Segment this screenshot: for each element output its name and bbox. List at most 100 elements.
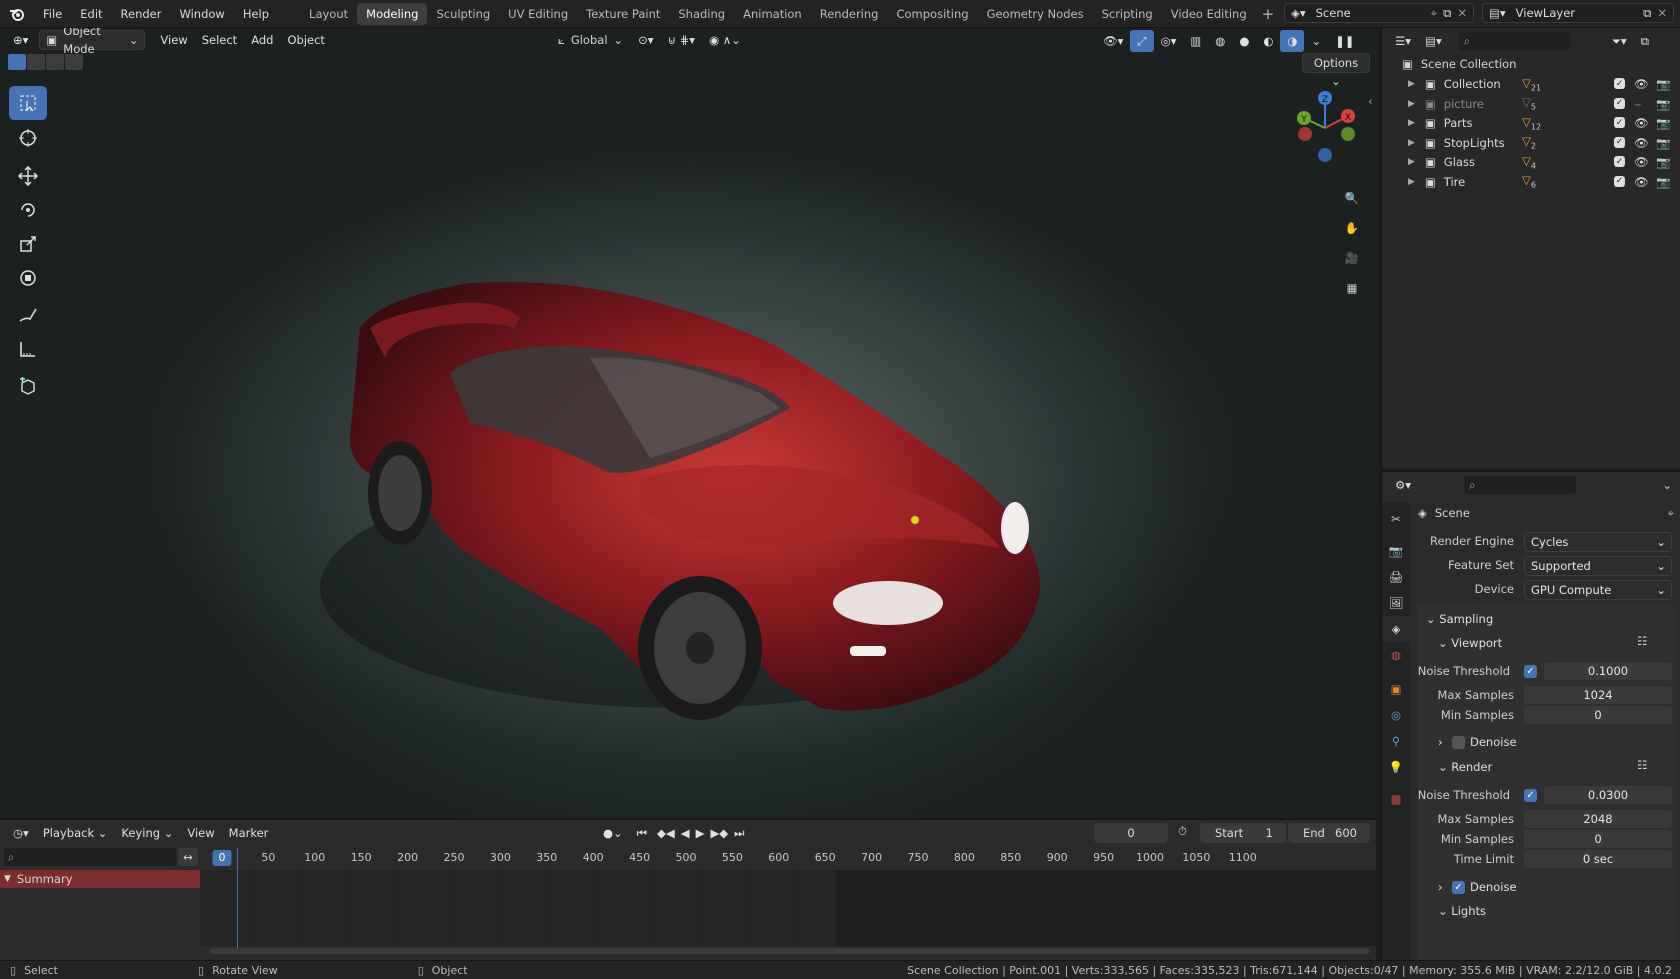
- time-limit-field[interactable]: 0 sec: [1524, 850, 1672, 868]
- outliner-scene-collection[interactable]: ▣ Scene Collection: [1382, 54, 1680, 74]
- visibility-eye-icon[interactable]: 👁: [1634, 77, 1649, 91]
- render-tab-icon[interactable]: 📷: [1382, 538, 1410, 564]
- perspective-grid-icon[interactable]: ▦: [1340, 276, 1364, 300]
- viewport-denoise-header[interactable]: ›: [1438, 735, 1443, 749]
- render-camera-icon[interactable]: 📷: [1656, 155, 1670, 169]
- next-keyframe-icon[interactable]: ▶◆: [707, 822, 731, 844]
- viewport-max-field[interactable]: 1024: [1524, 686, 1672, 704]
- viewport-noise-field[interactable]: 0.1000: [1544, 662, 1672, 680]
- viewport-min-field[interactable]: 0: [1524, 706, 1672, 724]
- view-layer-tab-icon[interactable]: 🖼: [1382, 590, 1410, 616]
- render-denoise-checkbox[interactable]: ✓: [1452, 881, 1465, 894]
- workspace-tab-sculpting[interactable]: Sculpting: [427, 3, 499, 25]
- output-tab-icon[interactable]: 🖨: [1382, 564, 1410, 590]
- workspace-tab-scripting[interactable]: Scripting: [1093, 3, 1162, 25]
- expand-arrow-icon[interactable]: ▶: [1408, 99, 1415, 109]
- select-extend-icon[interactable]: [27, 54, 45, 70]
- select-intersect-icon[interactable]: [65, 54, 83, 70]
- presets-icon[interactable]: ☷: [1637, 634, 1647, 648]
- render-camera-icon[interactable]: 📷: [1656, 175, 1670, 189]
- xray-icon[interactable]: ▥: [1183, 30, 1208, 52]
- tool-tab-icon[interactable]: ✂: [1382, 506, 1410, 532]
- menu-window[interactable]: Window: [170, 0, 233, 28]
- exclude-checkbox[interactable]: ✓: [1614, 97, 1625, 109]
- expand-arrow-icon[interactable]: ▶: [1408, 118, 1415, 128]
- object-filter-icon[interactable]: ▽4: [1522, 154, 1536, 170]
- visibility-icon[interactable]: 👁▾: [1096, 30, 1130, 52]
- workspace-tab-modeling[interactable]: Modeling: [357, 2, 428, 25]
- camera-view-icon[interactable]: 🎥: [1340, 246, 1364, 270]
- pan-hand-icon[interactable]: ✋: [1340, 216, 1364, 240]
- workspace-tab-compositing[interactable]: Compositing: [887, 3, 977, 25]
- render-camera-icon[interactable]: 📷: [1656, 77, 1670, 91]
- new-viewlayer-icon[interactable]: ⧉: [1643, 4, 1651, 22]
- viewport-menu-select[interactable]: Select: [195, 29, 244, 51]
- render-max-field[interactable]: 2048: [1524, 810, 1672, 828]
- timeline-menu-playback[interactable]: Playback ⌄: [36, 822, 115, 844]
- scale-tool[interactable]: [9, 227, 47, 261]
- zoom-icon[interactable]: 🔍: [1340, 186, 1364, 210]
- select-box-tool[interactable]: [9, 86, 47, 120]
- workspace-tab-animation[interactable]: Animation: [734, 3, 811, 25]
- light-object-marker[interactable]: [911, 516, 919, 524]
- object-filter-icon[interactable]: ▽6: [1522, 173, 1536, 189]
- menu-help[interactable]: Help: [234, 0, 278, 28]
- rotate-tool[interactable]: [9, 193, 47, 227]
- render-subpanel-header[interactable]: ⌄ Render: [1438, 760, 1492, 774]
- new-collection-icon[interactable]: ⧉: [1634, 30, 1656, 52]
- outliner-item-stoplights[interactable]: ▶ ▣ StopLights ▽2 ✓ 👁 📷: [1382, 133, 1680, 153]
- workspace-tab-shading[interactable]: Shading: [669, 3, 734, 25]
- solid-shading-icon[interactable]: ●: [1232, 30, 1256, 52]
- object-filter-icon[interactable]: ▽12: [1522, 115, 1541, 131]
- viewport-menu-add[interactable]: Add: [244, 29, 280, 51]
- editor-type-icon[interactable]: ⊕▾: [6, 29, 35, 51]
- prev-keyframe-icon[interactable]: ◆◀: [654, 822, 678, 844]
- visibility-eye-icon[interactable]: 👁: [1634, 155, 1649, 169]
- outliner-item-glass[interactable]: ▶ ▣ Glass ▽4 ✓ 👁 📷: [1382, 152, 1680, 172]
- timeline-editor[interactable]: ◷▾ Playback ⌄ Keying ⌄ View Marker ●⌄ ⏮ ◆◀ …: [0, 818, 1376, 960]
- render-noise-field[interactable]: 0.0300: [1544, 786, 1672, 804]
- render-camera-icon[interactable]: 📷: [1656, 116, 1670, 130]
- annotate-tool[interactable]: [9, 298, 47, 332]
- timeline-menu-marker[interactable]: Marker: [222, 822, 276, 844]
- select-new-icon[interactable]: [8, 54, 26, 70]
- chevron-down-icon[interactable]: ⌄: [1662, 478, 1672, 492]
- play-icon[interactable]: ▶: [693, 822, 708, 844]
- pin-icon[interactable]: ⌖: [1431, 4, 1437, 22]
- timeline-menu-keying[interactable]: Keying ⌄: [114, 822, 180, 844]
- measure-tool[interactable]: [9, 332, 47, 366]
- expand-arrow-icon[interactable]: ▶: [1408, 157, 1415, 167]
- transform-tool[interactable]: [9, 261, 47, 295]
- mode-selector[interactable]: ▣ Object Mode ⌄: [39, 28, 146, 56]
- editor-type-icon[interactable]: ⚙▾: [1388, 474, 1418, 496]
- gizmo-toggle-icon[interactable]: ⤢: [1130, 30, 1154, 52]
- blender-logo-icon[interactable]: [0, 0, 34, 28]
- jump-end-icon[interactable]: ⏭: [731, 822, 747, 844]
- object-filter-icon[interactable]: ▽2: [1522, 134, 1536, 150]
- workspace-tab-rendering[interactable]: Rendering: [811, 3, 888, 25]
- outliner-item-tire[interactable]: ▶ ▣ Tire ▽6 ✓ 👁 📷: [1382, 172, 1680, 192]
- dopesheet-area[interactable]: 0 50 100 150 200 250 300 350 400 450 500 550 600 650 7…: [200, 848, 1376, 960]
- transform-orientation[interactable]: ⟀ Global ⌄: [558, 33, 623, 48]
- workspace-tab-video-editing[interactable]: Video Editing: [1162, 3, 1256, 25]
- auto-keying-icon[interactable]: ⏱: [1178, 824, 1187, 839]
- exclude-checkbox[interactable]: ✓: [1614, 156, 1625, 167]
- swap-icon[interactable]: ↔: [178, 848, 198, 866]
- wireframe-shading-icon[interactable]: ◍: [1208, 30, 1232, 52]
- device-select[interactable]: GPU Compute ⌄: [1524, 580, 1672, 600]
- texture-tab-icon[interactable]: ▩: [1382, 786, 1410, 812]
- viewlayer-selector[interactable]: ▤▾ ViewLayer ⧉ ✕: [1482, 3, 1674, 23]
- close-icon[interactable]: ✕: [1457, 4, 1467, 22]
- editor-type-icon[interactable]: ◷▾: [6, 822, 36, 844]
- visibility-eye-icon[interactable]: 👁: [1634, 116, 1649, 130]
- scene-selector[interactable]: ◈▾ Scene ⌖ ⧉ ✕: [1284, 3, 1474, 23]
- menu-render[interactable]: Render: [112, 0, 171, 28]
- rendered-shading-icon[interactable]: ◑: [1280, 30, 1305, 52]
- viewport-noise-checkbox[interactable]: ✓: [1524, 665, 1537, 678]
- pivot-icon[interactable]: ⊙▾: [631, 29, 660, 51]
- outliner-item-parts[interactable]: ▶ ▣ Parts ▽12 ✓ 👁 📷: [1382, 113, 1680, 133]
- exclude-checkbox[interactable]: ✓: [1614, 117, 1625, 128]
- exclude-checkbox[interactable]: ✓: [1614, 78, 1625, 89]
- material-shading-icon[interactable]: ◐: [1256, 30, 1280, 52]
- sampling-header[interactable]: ⌄ Sampling: [1426, 612, 1493, 626]
